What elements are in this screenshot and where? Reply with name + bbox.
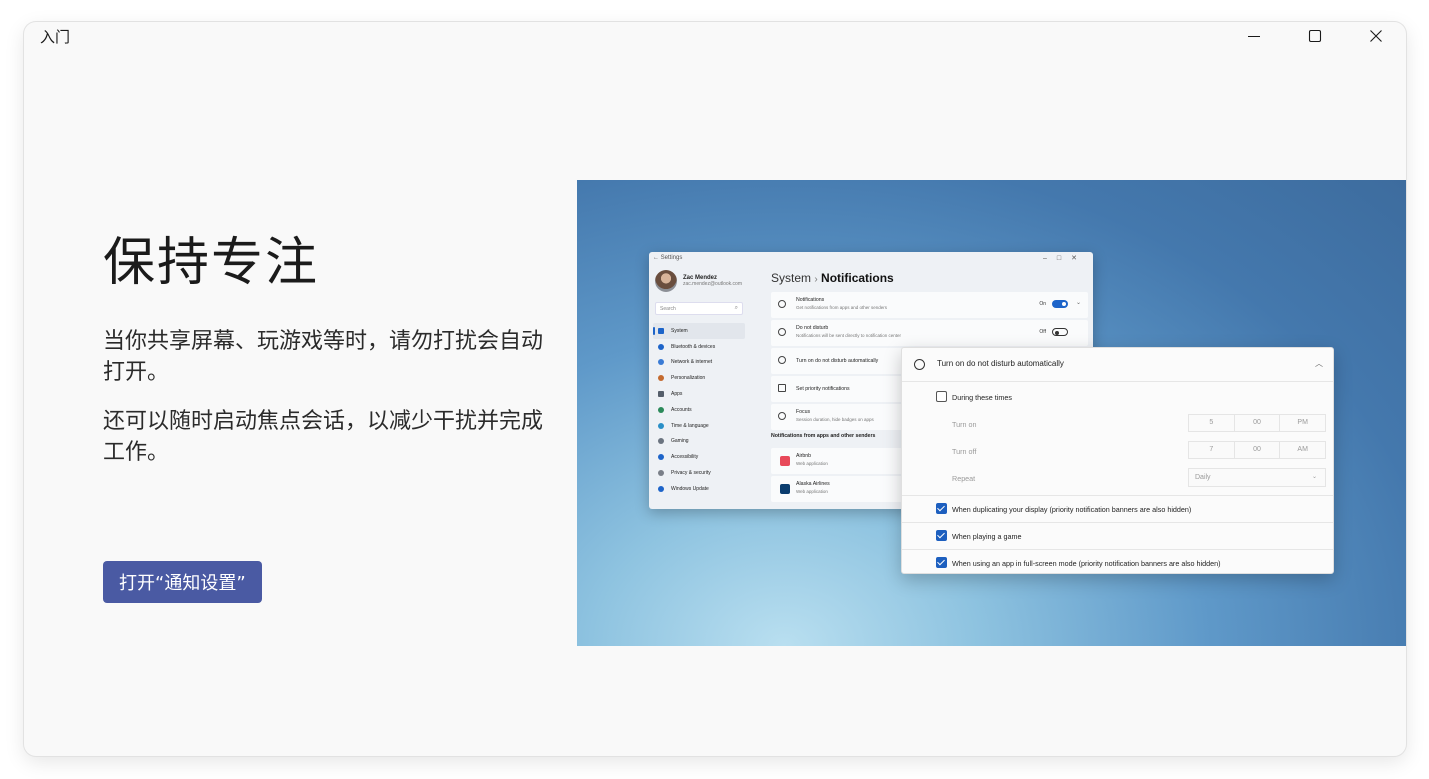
duplicating-display-checkbox [936,503,947,514]
apps-section-title: Notifications from apps and other sender… [771,433,876,439]
close-button[interactable] [1346,22,1406,50]
nav-item-network: Network & internet [653,355,745,371]
settings-search-input: ⌕ Search [655,302,743,315]
priority-icon [778,384,786,392]
search-icon: ⌕ [734,305,738,311]
playing-game-label: When playing a game [952,532,1022,541]
user-profile: Zac Mendez zac.mendez@outlook.com [655,270,742,292]
airbnb-logo-icon [780,456,790,466]
nav-item-apps: Apps [653,386,745,402]
nav-item-accessibility: Accessibility [653,449,745,465]
wifi-icon [658,359,664,366]
accessibility-icon [658,454,664,461]
nav-item-privacy: Privacy & security [653,465,745,481]
maximize-icon [1308,29,1322,43]
minimize-button[interactable] [1224,22,1284,50]
nav-item-accounts: Accounts [653,402,745,418]
turn-off-label: Turn off [952,447,977,456]
notifications-toggle [1052,300,1068,308]
dnd-toggle [1052,328,1068,336]
settings-title: ← Settings [653,255,683,261]
repeat-label: Repeat [952,474,976,483]
shield-icon [658,470,664,477]
repeat-dropdown: Daily ⌄ [1188,468,1326,487]
nav-item-personalization: Personalization [653,370,745,386]
nav-item-windows-update: Windows Update [653,481,745,497]
panel-header: Turn on do not disturb automatically ︿ [902,348,1333,382]
turn-off-time-picker: 7 00 AM [1188,441,1326,459]
fullscreen-app-label: When using an app in full-screen mode (p… [952,559,1221,568]
close-icon [1370,30,1382,42]
avatar [655,270,677,292]
maximize-button[interactable] [1285,22,1345,50]
playing-game-checkbox [936,530,947,541]
bell-icon [778,300,786,308]
dnd-row: Do not disturb Notifications will be sen… [771,320,1088,346]
nav-item-bluetooth: Bluetooth & devices [653,339,745,355]
during-times-checkbox [936,391,947,402]
focus-icon [778,412,786,420]
nav-item-time: Time & language [653,418,745,434]
moon-icon [778,328,786,336]
settings-window-controls: –□✕ [1043,255,1087,262]
globe-clock-icon [658,422,664,429]
clock-icon [778,356,786,364]
clock-icon [914,359,925,370]
turn-on-label: Turn on [952,420,977,429]
person-icon [658,406,664,413]
get-started-window: 入门 保持专注 当你共享屏幕、玩游戏等时，请勿打扰会自动打开。 还可以随时启动焦… [24,22,1406,756]
open-notification-settings-button[interactable]: 打开“通知设置” [103,561,262,603]
breadcrumb: System › Notifications [771,271,894,285]
turn-on-time-picker: 5 00 PM [1188,414,1326,432]
bluetooth-icon [658,343,664,350]
chevron-up-icon: ︿ [1315,359,1323,368]
minimize-icon [1248,35,1260,38]
description-paragraph-1: 当你共享屏幕、玩游戏等时，请勿打扰会自动打开。 [103,329,544,385]
panel-title: Turn on do not disturb automatically [937,359,1064,368]
update-icon [658,485,664,492]
gamepad-icon [658,438,664,445]
nav-item-gaming: Gaming [653,434,745,450]
window-title: 入门 [40,28,71,46]
during-times-label: During these times [952,393,1012,402]
page-heading: 保持专注 [103,233,320,293]
settings-nav: System Bluetooth & devices Network & int… [653,323,745,497]
chevron-down-icon: ⌄ [1075,300,1081,306]
system-icon [658,327,664,334]
description-paragraph-2: 还可以随时启动焦点会话，以减少干扰并完成工作。 [103,409,544,465]
brush-icon [658,375,664,382]
notifications-row: Notifications Get notifications from app… [771,292,1088,318]
user-email: zac.mendez@outlook.com [683,281,742,287]
nav-item-system: System [653,323,745,339]
apps-icon [658,391,664,398]
chevron-down-icon: ⌄ [1311,474,1317,480]
auto-dnd-panel-illustration: Turn on do not disturb automatically ︿ D… [901,347,1334,574]
duplicating-display-label: When duplicating your display (priority … [952,505,1192,514]
alaska-logo-icon [780,484,790,494]
illustration-image: ← Settings –□✕ Zac Mendez zac.mendez@out… [577,180,1406,646]
fullscreen-app-checkbox [936,557,947,568]
